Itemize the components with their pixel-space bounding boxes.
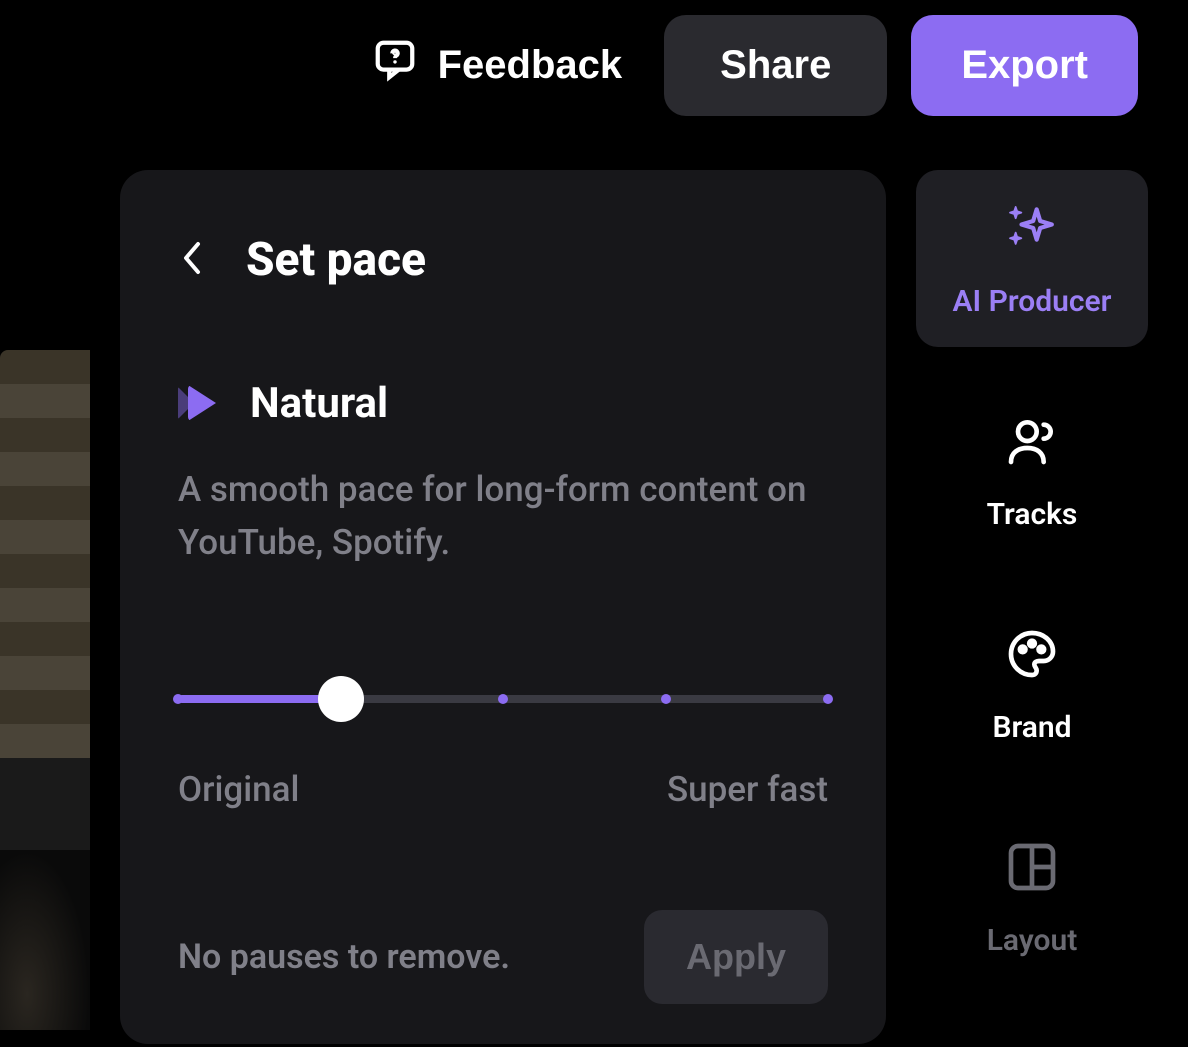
slider-tick <box>173 694 183 704</box>
slider-tick <box>823 694 833 704</box>
pace-heading: Natural <box>178 379 828 428</box>
back-button[interactable] <box>170 230 214 289</box>
pace-section: Natural A smooth pace for long-form cont… <box>170 379 836 1004</box>
panel-footer: No pauses to remove. Apply <box>178 910 828 1004</box>
sidebar-item-tracks[interactable]: Tracks <box>916 383 1148 560</box>
export-button[interactable]: Export <box>911 15 1138 116</box>
content-area: Set pace Natural A smooth pace for long-… <box>0 130 1188 1044</box>
sidebar-item-layout[interactable]: Layout <box>916 809 1148 986</box>
slider-tick <box>498 694 508 704</box>
feedback-label: Feedback <box>438 43 623 88</box>
pace-status: No pauses to remove. <box>178 937 510 977</box>
palette-icon <box>1004 626 1060 686</box>
slider-max-label: Super fast <box>667 769 828 810</box>
slider-tick <box>661 694 671 704</box>
panel-title: Set pace <box>246 233 426 287</box>
set-pace-panel: Set pace Natural A smooth pace for long-… <box>120 170 886 1044</box>
sparkle-icon <box>1004 200 1060 260</box>
users-icon <box>1004 413 1060 473</box>
sidebar-item-ai-producer[interactable]: AI Producer <box>916 170 1148 347</box>
panel-header: Set pace <box>170 230 836 289</box>
slider-min-label: Original <box>178 769 299 810</box>
sidebar: AI Producer Tracks Brand <box>916 170 1148 1044</box>
top-bar: Feedback Share Export <box>0 0 1188 130</box>
apply-button[interactable]: Apply <box>644 910 828 1004</box>
slider-labels: Original Super fast <box>178 769 828 810</box>
play-icon <box>178 385 222 423</box>
chevron-left-icon <box>178 238 206 281</box>
slider-thumb[interactable] <box>318 676 364 722</box>
sidebar-item-label: Tracks <box>987 497 1078 532</box>
pace-slider[interactable] <box>178 669 828 729</box>
chat-question-icon <box>372 37 418 93</box>
pace-name: Natural <box>250 379 388 428</box>
sidebar-item-brand[interactable]: Brand <box>916 596 1148 773</box>
sidebar-item-label: Brand <box>992 710 1071 745</box>
sidebar-item-label: Layout <box>987 923 1078 958</box>
layout-icon <box>1004 839 1060 899</box>
slider-fill <box>178 695 341 703</box>
video-preview-thumbnail[interactable] <box>0 350 90 1030</box>
feedback-button[interactable]: Feedback <box>354 27 641 103</box>
sidebar-item-label: AI Producer <box>953 284 1112 319</box>
share-button[interactable]: Share <box>664 15 887 116</box>
pace-description: A smooth pace for long-form content on Y… <box>178 464 828 569</box>
